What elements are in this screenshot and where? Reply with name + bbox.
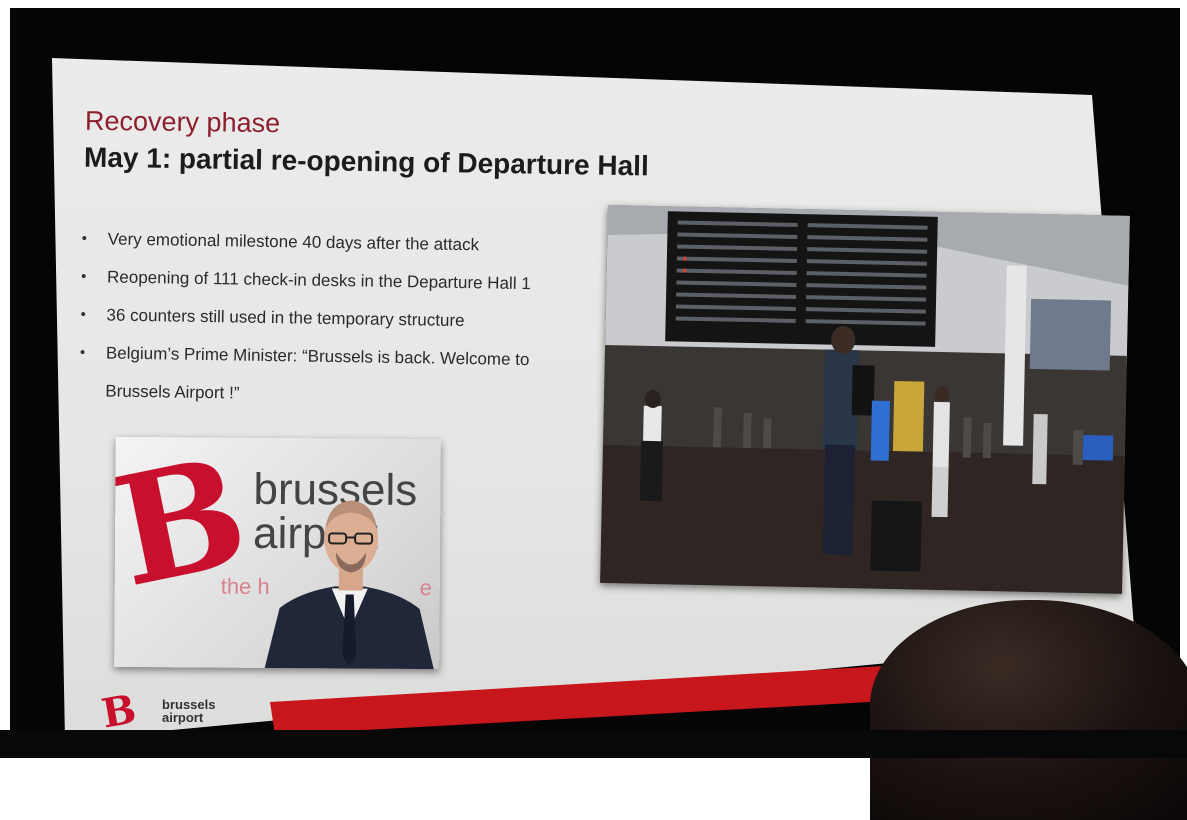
departure-hall-scene-icon [600, 205, 1130, 594]
bullet-icon: • [80, 334, 86, 372]
footer-logo-line2: airport [162, 711, 215, 724]
bullet-item: • Belgium’s Prime Minister: “Brussels is… [75, 334, 530, 417]
bullet-text: Very emotional milestone 40 days after t… [108, 229, 480, 254]
footer-logo-text: brussels airport [162, 698, 215, 724]
bullet-list: • Very emotional milestone 40 days after… [75, 220, 532, 417]
bullet-text: Reopening of 111 check-in desks in the D… [107, 267, 531, 293]
audience-shadow [0, 730, 1187, 758]
bullet-text: 36 counters still used in the temporary … [106, 305, 464, 330]
audience-head-silhouette [870, 600, 1187, 820]
bullet-icon: • [81, 220, 87, 258]
footer-logo: B brussels airport [102, 694, 262, 734]
bullet-icon: • [81, 258, 87, 296]
prime-minister-figure [259, 480, 440, 669]
prime-minister-photo: B brussels airport the he [114, 437, 441, 669]
bullet-text-continued: Brussels Airport !” [105, 372, 529, 417]
bullet-text: Belgium’s Prime Minister: “Brussels is b… [106, 343, 530, 369]
departure-hall-photo [600, 205, 1130, 594]
slide-title: Recovery phase [85, 106, 280, 139]
bullet-icon: • [80, 296, 86, 334]
